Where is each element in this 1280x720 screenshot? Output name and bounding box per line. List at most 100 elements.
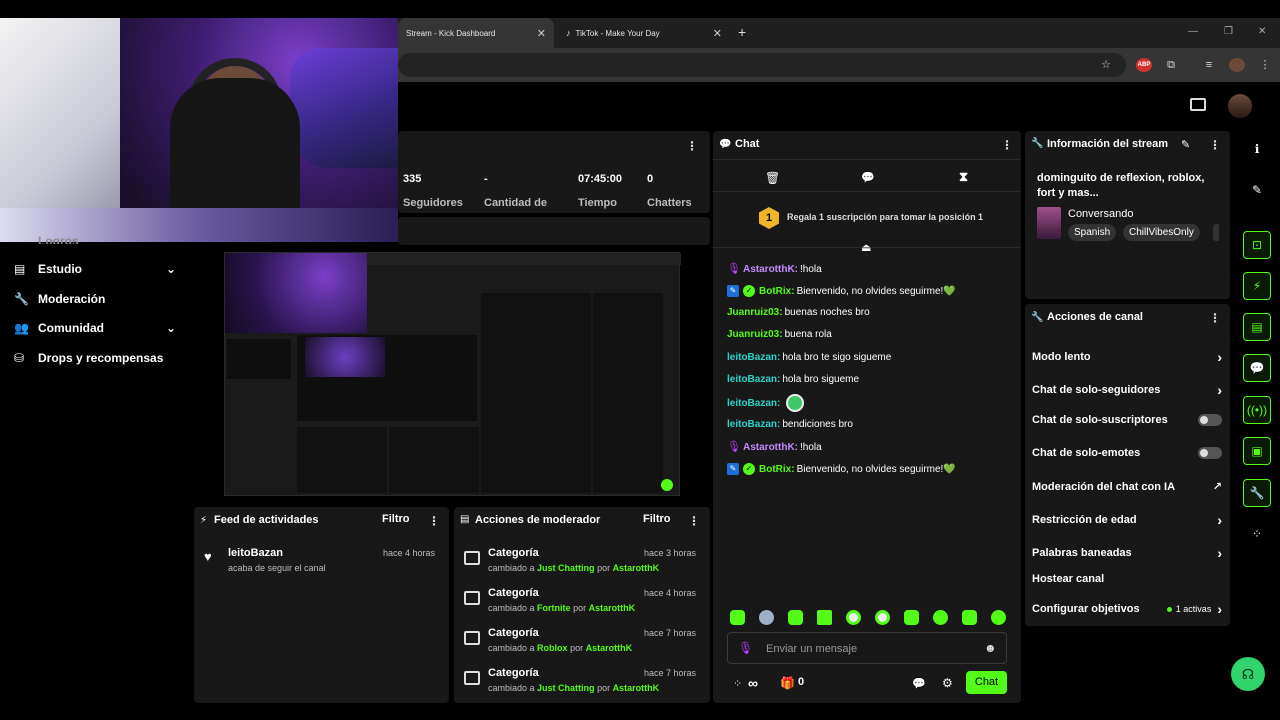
broadcast-icon[interactable]: ((•)) — [1243, 396, 1271, 424]
restore-window-icon[interactable]: ❐ — [1224, 26, 1233, 37]
emote-icon[interactable] — [846, 610, 861, 625]
send-chat-button[interactable]: Chat — [966, 671, 1007, 694]
detail-mod[interactable]: AstarotthK — [589, 603, 636, 613]
activity-menu-icon[interactable]: ⋮ — [428, 514, 440, 528]
feed-item-user[interactable]: leitoBazan — [228, 547, 283, 559]
chevron-right-icon: › — [1217, 601, 1222, 617]
chat-username[interactable]: BotRix: — [759, 286, 795, 297]
action-ai-moderation[interactable]: Moderación del chat con IA ↗ — [1032, 480, 1222, 494]
tab-kick-dashboard[interactable]: Stream - Kick Dashboard ✕ — [398, 18, 554, 48]
chat-menu-icon[interactable]: ⋮ — [1001, 138, 1013, 152]
sub-gift-text[interactable]: Regala 1 suscripción para tomar la posic… — [787, 212, 983, 222]
chat-username[interactable]: Juanruiz03: — [727, 307, 783, 318]
emote-icon[interactable] — [759, 610, 774, 625]
media-control-icon[interactable]: ≡ — [1202, 58, 1216, 72]
chat-settings-bubble-icon[interactable]: 💬 — [912, 677, 926, 690]
tag-chip[interactable]: Spanish — [1068, 224, 1117, 241]
chat-username[interactable]: BotRix: — [759, 464, 795, 475]
emote-icon[interactable] — [933, 610, 948, 625]
chat-username[interactable]: leitoBazan: — [727, 374, 780, 385]
wrench-tool-icon[interactable]: 🔧 — [1243, 479, 1271, 507]
tab-tiktok[interactable]: ♪ TikTok - Make Your Day ✕ — [558, 18, 730, 48]
address-bar[interactable] — [398, 53, 1126, 77]
chat-input[interactable]: 🎙 Enviar un mensaje ☻ — [727, 632, 1007, 664]
action-slow-mode[interactable]: Modo lento › — [1032, 349, 1222, 365]
layout-icon[interactable]: ▣ — [1243, 437, 1271, 465]
close-tab-icon[interactable]: ✕ — [713, 27, 722, 40]
sidebar-item-moderacion[interactable]: 🔧 Moderación — [14, 289, 176, 309]
lightning-icon[interactable]: ⚡ — [1243, 272, 1271, 300]
bookmark-star-icon[interactable]: ☆ — [1099, 58, 1113, 72]
gear-icon[interactable]: ⚙ — [942, 676, 953, 690]
mod-menu-icon[interactable]: ⋮ — [688, 514, 700, 528]
emote-icon[interactable] — [817, 610, 832, 625]
emoji-picker-icon[interactable]: ☻ — [984, 641, 997, 655]
sidebar-item-logros-partial[interactable]: Logros — [38, 234, 79, 244]
chat-username[interactable]: Juanruiz03: — [727, 329, 783, 340]
pencil-icon[interactable]: ✎ — [1181, 138, 1190, 151]
category-name[interactable]: Conversando — [1068, 208, 1133, 220]
community-dots-icon[interactable]: ⁘ — [1243, 520, 1271, 548]
action-goals[interactable]: Configurar objetivos 1 activas › — [1032, 601, 1222, 617]
action-age-restriction[interactable]: Restricción de edad › — [1032, 512, 1222, 528]
right-toolbar — [1234, 128, 1280, 720]
chat-text: Bienvenido, no olvides seguirme!💚 — [796, 285, 956, 297]
emote-icon[interactable] — [904, 610, 919, 625]
close-tab-icon[interactable]: ✕ — [537, 27, 546, 40]
action-followers-only[interactable]: Chat de solo-seguidores › — [1032, 382, 1222, 398]
trash-icon[interactable]: 🗑 — [765, 171, 780, 185]
edit-pencil-icon[interactable]: ✎ — [1243, 176, 1271, 204]
chat-dots-icon[interactable]: 💬 — [861, 171, 875, 184]
category-thumbnail[interactable] — [1037, 207, 1061, 239]
stream-stats-panel: ⋮ 335 Seguidores - Cantidad de 07:45:00 … — [398, 131, 710, 213]
list-item: Categoría cambiado a Fortnite por Astaro… — [454, 587, 710, 623]
action-host-channel[interactable]: Hostear canal — [1032, 573, 1222, 585]
user-avatar[interactable] — [1228, 94, 1252, 118]
activity-filter-button[interactable]: Filtro — [382, 513, 410, 525]
emote-icon[interactable] — [730, 610, 745, 625]
support-chat-icon[interactable]: ☊ — [1231, 657, 1265, 691]
stream-info-panel: 🔧 Información del stream ✎ ⋮ dominguito … — [1025, 131, 1230, 299]
mod-filter-button[interactable]: Filtro — [643, 513, 671, 525]
chat-username[interactable]: AstarotthK: — [743, 442, 798, 453]
extensions-puzzle-icon[interactable]: ⧉ — [1164, 58, 1178, 72]
category-icon — [464, 591, 480, 605]
stream-preview-video[interactable] — [224, 252, 681, 496]
minimize-window-icon[interactable]: — — [1188, 26, 1198, 37]
sidebar-item-drops[interactable]: ⛁ Drops y recompensas — [14, 348, 176, 368]
chat-icon[interactable]: 💬 — [1243, 354, 1271, 382]
sidebar-item-estudio[interactable]: ▤ Estudio ⌄ — [14, 259, 176, 279]
detail-mod[interactable]: AstarotthK — [613, 683, 660, 693]
emote-icon[interactable] — [875, 610, 890, 625]
chat-username[interactable]: leitoBazan: — [727, 419, 780, 430]
hourglass-icon[interactable]: ⧗ — [959, 169, 968, 185]
gift-count[interactable]: 0 — [798, 676, 804, 688]
chat-username[interactable]: leitoBazan: — [727, 398, 780, 409]
emotes-only-toggle[interactable] — [1198, 447, 1222, 459]
notes-icon[interactable]: ▤ — [1243, 313, 1271, 341]
detail-mod[interactable]: AstarotthK — [586, 643, 633, 653]
emote-icon[interactable] — [962, 610, 977, 625]
subscribers-only-toggle[interactable] — [1198, 414, 1222, 426]
adblock-extension-icon[interactable]: ABP — [1136, 58, 1152, 72]
sidebar-item-comunidad[interactable]: 👥 Comunidad ⌄ — [14, 318, 176, 338]
stats-menu-icon[interactable]: ⋮ — [686, 139, 698, 153]
chat-username[interactable]: AstarotthK: — [743, 264, 798, 275]
hd-monitor-icon[interactable] — [1190, 98, 1206, 111]
profile-avatar[interactable] — [1229, 58, 1245, 72]
clip-capture-icon[interactable]: ⊡ — [1243, 231, 1271, 259]
chat-username[interactable]: leitoBazan: — [727, 352, 780, 363]
new-tab-button[interactable]: + — [738, 24, 746, 40]
action-banned-words[interactable]: Palabras baneadas › — [1032, 545, 1222, 561]
channel-actions-menu-icon[interactable]: ⋮ — [1209, 311, 1221, 325]
tag-chip[interactable]: ChillVibesOnly — [1123, 224, 1200, 241]
channel-points-value[interactable]: ∞ — [748, 675, 758, 691]
info-icon[interactable]: ℹ — [1243, 135, 1271, 163]
detail-mod[interactable]: AstarotthK — [613, 563, 660, 573]
stream-info-menu-icon[interactable]: ⋮ — [1209, 138, 1221, 152]
close-window-icon[interactable]: ✕ — [1258, 26, 1266, 37]
emote-icon[interactable] — [991, 610, 1006, 625]
browser-menu-icon[interactable]: ⋮ — [1258, 58, 1272, 72]
pinned-icon[interactable]: ⏏ — [861, 241, 871, 254]
emote-icon[interactable] — [788, 610, 803, 625]
